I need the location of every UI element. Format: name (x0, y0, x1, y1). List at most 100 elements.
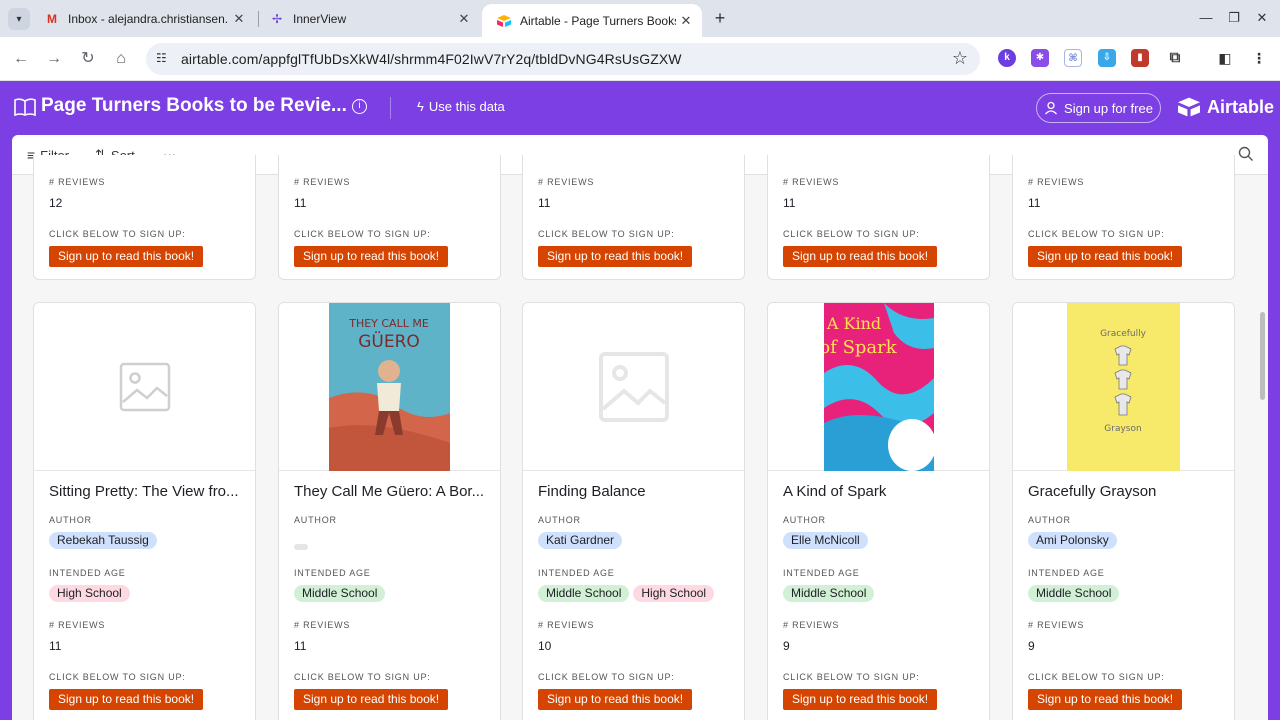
gallery-card[interactable]: A Kind of Spark A Kind of Spark AUTHOR E… (767, 302, 990, 720)
gallery-card[interactable]: # REVIEWS 12 CLICK BELOW TO SIGN UP: Sig… (33, 155, 256, 280)
browser-tabstrip: ▾ M Inbox - alejandra.christiansen. ✕ ✢ … (0, 0, 1280, 37)
grayson-cover-art: Gracefully Grayson (1067, 303, 1180, 471)
scrollbar-thumb[interactable] (1260, 312, 1265, 400)
svg-text:of Spark: of Spark (824, 337, 898, 358)
review-count: 11 (49, 639, 62, 653)
browser-menu-icon[interactable]: ⋮ (1250, 49, 1268, 67)
book-cover: Gracefully Grayson (1013, 303, 1234, 471)
age-pill: Middle School (783, 585, 875, 602)
airtable-logo[interactable]: Airtable (1176, 96, 1274, 118)
sign-up-book-button[interactable]: Sign up to read this book! (49, 246, 204, 267)
book-title: Gracefully Grayson (1028, 483, 1157, 500)
gallery-card[interactable]: Sitting Pretty: The View fro... AUTHOR R… (33, 302, 256, 720)
minimize-icon[interactable]: — (1196, 8, 1216, 28)
review-count: 9 (783, 639, 790, 653)
header-divider (390, 97, 391, 119)
user-icon (1045, 101, 1058, 115)
author-pill: Ami Polonsky (1028, 532, 1117, 549)
gallery-panel: ≡ Filter ⇅ Sort ··· # REVIEWS 12 CLICK B… (12, 135, 1268, 720)
svg-text:GÜERO: GÜERO (358, 330, 420, 352)
reload-icon[interactable]: ↻ (77, 48, 99, 70)
svg-text:Grayson: Grayson (1104, 424, 1141, 434)
sign-up-book-button[interactable]: Sign up to read this book! (294, 246, 449, 267)
book-title: Sitting Pretty: The View fro... (49, 483, 239, 500)
book-cover-placeholder (34, 303, 255, 471)
site-info-icon[interactable]: ☷ (156, 51, 172, 67)
new-tab-button[interactable]: + (710, 8, 730, 28)
address-bar[interactable]: ☷ airtable.com/appfglTfUbDsXkW4l/shrmm4F… (146, 43, 980, 75)
tab-search-button[interactable]: ▾ (8, 8, 30, 30)
restore-icon[interactable]: ❐ (1224, 8, 1244, 28)
tab-innerview[interactable]: ✢ InnerView ✕ (255, 0, 480, 37)
extension-book-icon[interactable]: ▮ (1131, 49, 1149, 67)
gallery-card[interactable]: # REVIEWS 11 CLICK BELOW TO SIGN UP: Sig… (1012, 155, 1235, 280)
search-icon[interactable] (1238, 146, 1254, 162)
sign-up-book-button[interactable]: Sign up to read this book! (1028, 689, 1183, 710)
gallery-card[interactable]: THEY CALL ME GÜERO They Call Me Güero: A… (278, 302, 501, 720)
back-icon[interactable]: ← (10, 48, 32, 70)
book-title: Finding Balance (538, 483, 646, 500)
gallery-card[interactable]: Gracefully Grayson Gracefully Grayson AU… (1012, 302, 1235, 720)
close-window-icon[interactable]: ✕ (1252, 8, 1272, 28)
review-count: 9 (1028, 639, 1035, 653)
image-placeholder-icon (598, 351, 669, 422)
airtable-logo-icon (1178, 97, 1200, 117)
extensions-icon[interactable]: ⧉ (1166, 49, 1184, 67)
age-pill: Middle School (1028, 585, 1120, 602)
innerview-icon: ✢ (271, 11, 283, 26)
author-pill: Rebekah Taussig (49, 532, 157, 549)
guero-cover-art: THEY CALL ME GÜERO (329, 303, 450, 471)
sign-up-book-button[interactable]: Sign up to read this book! (49, 689, 204, 710)
book-cover: A Kind of Spark (768, 303, 989, 471)
age-pill: Middle School (294, 585, 386, 602)
review-count: 10 (538, 639, 552, 653)
svg-text:Gracefully: Gracefully (1100, 329, 1147, 339)
author-pill: Kati Gardner (538, 532, 623, 549)
age-pill: High School (49, 585, 130, 602)
gallery-card[interactable]: Finding Balance AUTHOR Kati Gardner INTE… (522, 302, 745, 720)
sidepanel-icon[interactable]: ◧ (1216, 49, 1234, 67)
author-pill: Elle McNicoll (783, 532, 868, 549)
extension-download-icon[interactable]: ⇩ (1098, 49, 1116, 67)
extension-reader-icon[interactable]: ⌘ (1064, 49, 1082, 67)
sign-up-book-button[interactable]: Sign up to read this book! (783, 246, 938, 267)
tab-gmail[interactable]: M Inbox - alejandra.christiansen. ✕ (30, 0, 255, 37)
forward-icon[interactable]: → (43, 48, 65, 70)
info-icon[interactable]: i (352, 99, 367, 114)
sign-up-book-button[interactable]: Sign up to read this book! (1028, 246, 1183, 267)
close-icon[interactable]: ✕ (676, 13, 696, 29)
use-this-data-button[interactable]: ϟ Use this data (417, 99, 505, 114)
lightning-icon: ϟ (417, 99, 424, 114)
browser-toolbar: ← → ↻ ⌂ ☷ airtable.com/appfglTfUbDsXkW4l… (0, 37, 1280, 81)
age-pill: High School (633, 585, 715, 602)
base-title: Page Turners Books to be Revie... (41, 95, 347, 116)
gallery-card[interactable]: # REVIEWS 11 CLICK BELOW TO SIGN UP: Sig… (522, 155, 745, 280)
extension-k-icon[interactable]: k (998, 49, 1016, 67)
review-count: 11 (294, 639, 307, 653)
sign-up-book-button[interactable]: Sign up to read this book! (538, 689, 693, 710)
extension-puzzle-icon[interactable]: ✱ (1031, 49, 1049, 67)
close-icon[interactable]: ✕ (229, 11, 249, 27)
book-icon (14, 98, 36, 117)
tab-airtable[interactable]: Airtable - Page Turners Books t ✕ (482, 4, 702, 37)
url-text: airtable.com/appfglTfUbDsXkW4l/shrmm4F02… (181, 51, 682, 67)
gallery-card[interactable]: # REVIEWS 11 CLICK BELOW TO SIGN UP: Sig… (278, 155, 501, 280)
gallery-card[interactable]: # REVIEWS 11 CLICK BELOW TO SIGN UP: Sig… (767, 155, 990, 280)
book-cover-placeholder (523, 303, 744, 471)
age-pill: Middle School (538, 585, 630, 602)
airtable-icon (496, 13, 512, 29)
svg-text:A Kind: A Kind (825, 314, 880, 333)
spark-cover-art: A Kind of Spark (823, 303, 934, 471)
sign-up-book-button[interactable]: Sign up to read this book! (783, 689, 938, 710)
sign-up-button[interactable]: Sign up for free (1036, 93, 1161, 123)
airtable-header: Page Turners Books to be Revie... i ϟ Us… (0, 81, 1280, 135)
gmail-icon: M (47, 11, 57, 26)
bookmark-star-icon[interactable]: ☆ (952, 48, 968, 69)
book-cover: THEY CALL ME GÜERO (279, 303, 500, 471)
sign-up-book-button[interactable]: Sign up to read this book! (538, 246, 693, 267)
close-icon[interactable]: ✕ (454, 11, 474, 27)
book-title: A Kind of Spark (783, 483, 887, 500)
sign-up-book-button[interactable]: Sign up to read this book! (294, 689, 449, 710)
svg-text:THEY CALL ME: THEY CALL ME (348, 317, 429, 330)
home-icon[interactable]: ⌂ (110, 48, 132, 70)
